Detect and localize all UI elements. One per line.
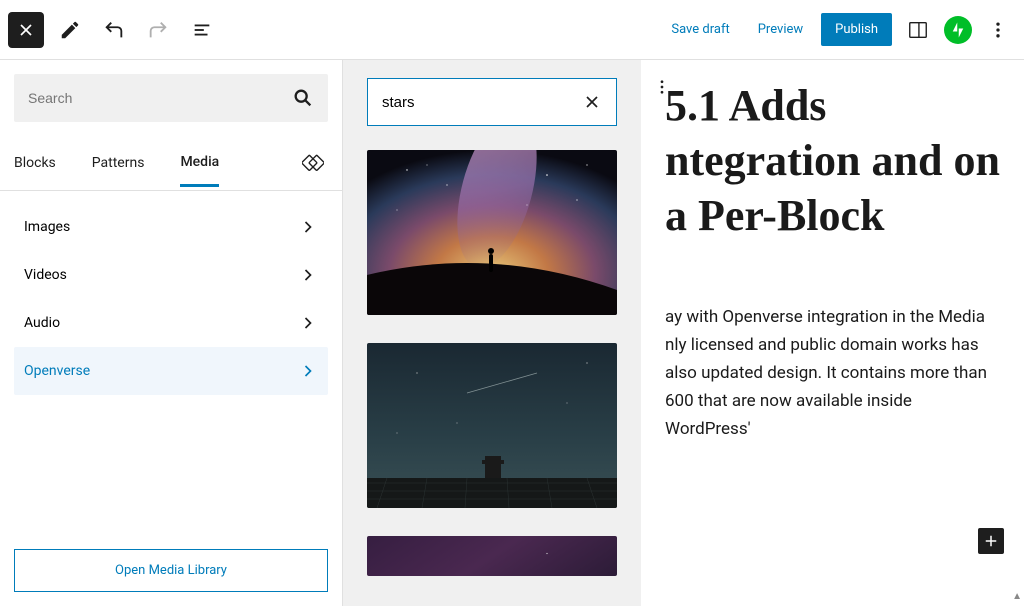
top-toolbar: Save draft Preview Publish	[0, 0, 1024, 60]
openverse-result-2[interactable]	[367, 343, 617, 508]
plus-icon	[982, 532, 1000, 550]
drag-handle[interactable]	[653, 78, 671, 100]
media-item-label: Openverse	[24, 363, 90, 379]
media-item-openverse[interactable]: Openverse	[14, 347, 328, 395]
post-body[interactable]: ay with Openverse integration in the Med…	[665, 303, 1000, 443]
jetpack-button[interactable]	[944, 16, 972, 44]
more-vertical-icon	[988, 20, 1008, 40]
sidebar-icon	[907, 19, 929, 41]
tab-blocks[interactable]: Blocks	[14, 141, 56, 185]
media-item-label: Images	[24, 219, 70, 235]
chevron-right-icon	[298, 313, 318, 333]
media-item-label: Audio	[24, 315, 60, 331]
media-categories: Images Videos Audio Openverse	[0, 191, 342, 535]
edit-button[interactable]	[52, 12, 88, 48]
tab-patterns[interactable]: Patterns	[92, 141, 145, 185]
chevron-right-icon	[298, 265, 318, 285]
settings-button[interactable]	[900, 12, 936, 48]
post-title[interactable]: 5.1 Adds ntegration and on a Per-Block	[665, 78, 1000, 243]
close-icon	[16, 20, 36, 40]
undo-button[interactable]	[96, 12, 132, 48]
toolbar-left	[8, 12, 220, 48]
openverse-result-1[interactable]	[367, 150, 617, 315]
inserter-search-input[interactable]	[28, 90, 292, 106]
close-button[interactable]	[8, 12, 44, 48]
open-media-library-button[interactable]: Open Media Library	[14, 549, 328, 592]
jetpack-icon	[949, 21, 967, 39]
more-vertical-icon	[653, 78, 671, 96]
media-item-audio[interactable]: Audio	[0, 299, 342, 347]
openverse-search-field[interactable]	[367, 78, 617, 126]
openverse-result-3[interactable]	[367, 536, 617, 576]
pencil-icon	[59, 19, 81, 41]
pattern-explorer-button[interactable]	[298, 136, 328, 190]
media-item-videos[interactable]: Videos	[0, 251, 342, 299]
tab-media[interactable]: Media	[180, 140, 219, 187]
redo-button[interactable]	[140, 12, 176, 48]
clear-icon[interactable]	[582, 92, 602, 112]
openverse-results-panel	[343, 60, 641, 606]
main-layout: Blocks Patterns Media Images Videos Audi…	[0, 60, 1024, 606]
add-block-button[interactable]	[978, 528, 1004, 554]
inserter-sidebar: Blocks Patterns Media Images Videos Audi…	[0, 60, 343, 606]
media-item-images[interactable]: Images	[0, 203, 342, 251]
chevron-right-icon	[298, 217, 318, 237]
preview-button[interactable]: Preview	[748, 14, 813, 45]
publish-button[interactable]: Publish	[821, 13, 892, 46]
list-icon	[191, 19, 213, 41]
editor-canvas[interactable]: 5.1 Adds ntegration and on a Per-Block a…	[641, 60, 1024, 606]
media-item-label: Videos	[24, 267, 67, 283]
save-draft-button[interactable]: Save draft	[661, 14, 739, 45]
undo-icon	[103, 19, 125, 41]
search-icon	[292, 87, 314, 109]
more-options-button[interactable]	[980, 12, 1016, 48]
openverse-search-input[interactable]	[382, 94, 582, 111]
diamond-icon	[302, 150, 324, 172]
redo-icon	[147, 19, 169, 41]
inserter-tabs: Blocks Patterns Media	[0, 136, 342, 191]
document-overview-button[interactable]	[184, 12, 220, 48]
chevron-right-icon	[298, 361, 318, 381]
toolbar-right: Save draft Preview Publish	[661, 12, 1016, 48]
inserter-search[interactable]	[14, 74, 328, 122]
scroll-up-indicator: ▲	[1012, 591, 1022, 602]
